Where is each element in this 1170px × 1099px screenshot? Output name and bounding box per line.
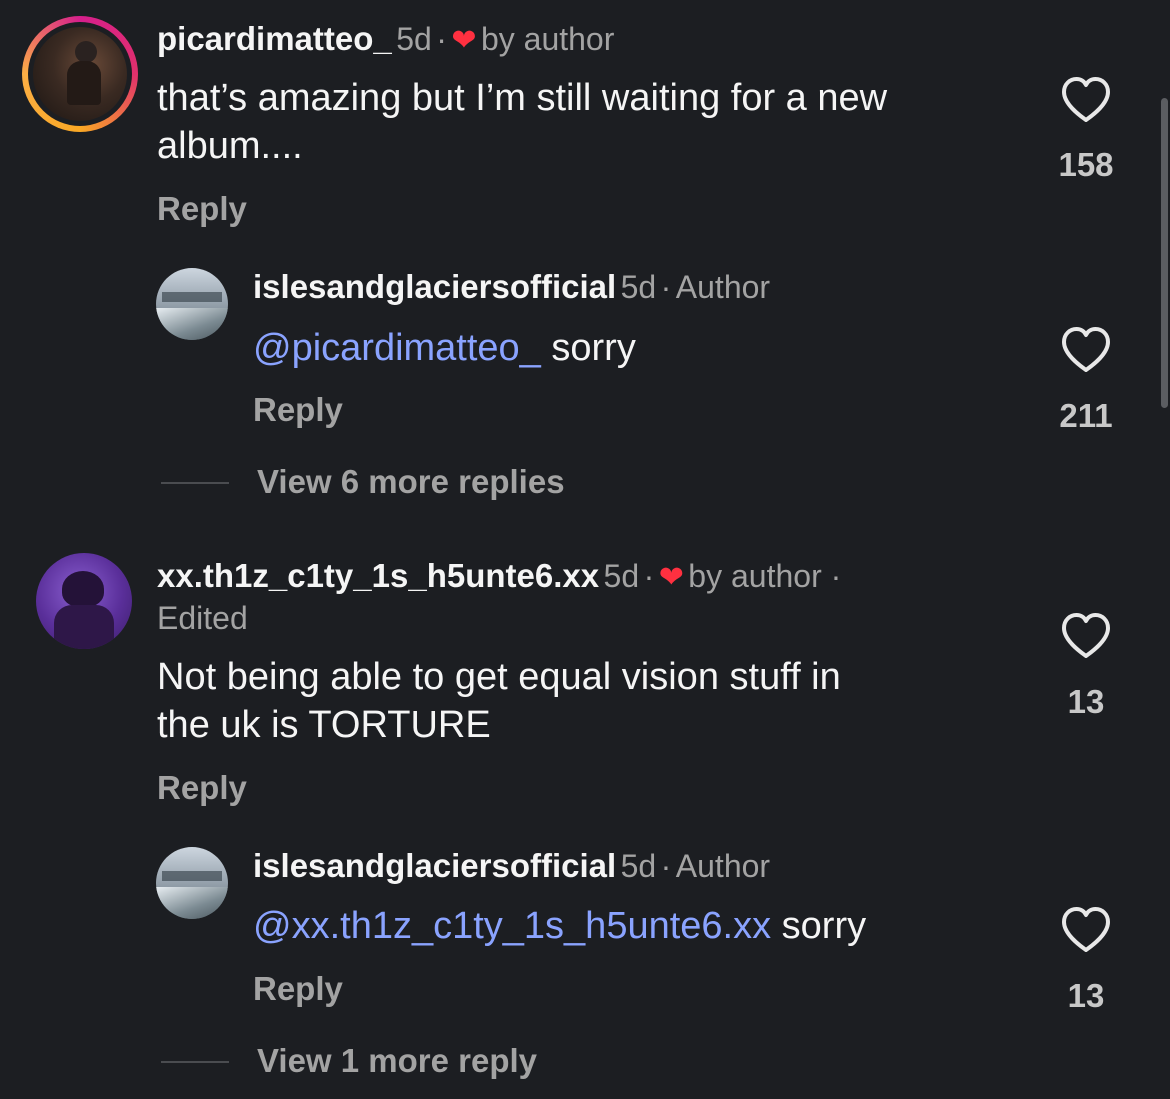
avatar[interactable] — [156, 268, 228, 340]
username[interactable]: islesandglaciersofficial — [253, 847, 616, 884]
separator-dot: · — [436, 21, 447, 57]
heart-outline-icon[interactable] — [1058, 74, 1114, 126]
comment-text: Not being able to get equal vision stuff… — [157, 653, 841, 749]
separator-dot: · — [660, 269, 672, 305]
heart-filled-icon: ❤ — [658, 561, 684, 594]
timestamp: 5d — [603, 558, 640, 594]
author-badge: Author — [675, 848, 771, 884]
comment-text: @picardimatteo_ sorry — [253, 324, 636, 372]
username[interactable]: picardimatteo_ — [157, 20, 392, 57]
comment-text-line: the uk is TORTURE — [157, 704, 491, 746]
timestamp: 5d — [396, 21, 432, 57]
comment-text: that’s amazing but I’m still waiting for… — [157, 74, 887, 170]
avatar[interactable] — [156, 847, 228, 919]
like-count: 211 — [1059, 397, 1113, 434]
heart-filled-icon: ❤ — [451, 24, 477, 57]
heart-outline-icon[interactable] — [1058, 324, 1114, 376]
liked-by-author-label: by author · — [688, 558, 842, 594]
like-count: 158 — [1058, 146, 1114, 183]
edited-label: Edited — [157, 600, 248, 636]
liked-by-author-label: by author — [480, 21, 615, 57]
avatar-story-ring[interactable] — [22, 16, 138, 132]
reply-button[interactable]: Reply — [157, 769, 247, 807]
username[interactable]: xx.th1z_c1ty_1s_h5unte6.xx — [157, 557, 599, 594]
mention-link[interactable]: @xx.th1z_c1ty_1s_h5unte6.xx — [253, 905, 771, 947]
scrollbar[interactable] — [1161, 98, 1168, 408]
comment-header: islesandglaciersofficial 5d · Author — [253, 268, 770, 306]
like-count: 13 — [1067, 977, 1105, 1014]
comment-text-line: album.... — [157, 125, 303, 167]
like-count: 13 — [1067, 683, 1105, 720]
comment-header: picardimatteo_ 5d · ❤ by author — [157, 20, 614, 58]
avatar[interactable] — [36, 553, 132, 649]
divider-line — [161, 1061, 229, 1063]
comment-header: xx.th1z_c1ty_1s_h5unte6.xx 5d · ❤ by aut… — [157, 557, 841, 595]
heart-outline-icon[interactable] — [1058, 904, 1114, 956]
username[interactable]: islesandglaciersofficial — [253, 268, 616, 305]
reply-button[interactable]: Reply — [157, 190, 247, 228]
timestamp: 5d — [620, 269, 657, 305]
mention-link[interactable]: @picardimatteo_ — [253, 327, 541, 369]
separator-dot: · — [660, 848, 672, 884]
reply-button[interactable]: Reply — [253, 391, 343, 429]
heart-outline-icon[interactable] — [1058, 610, 1114, 662]
comment-header: islesandglaciersofficial 5d · Author — [253, 847, 770, 885]
author-badge: Author — [675, 269, 771, 305]
comment-text-line: Not being able to get equal vision stuff… — [157, 656, 841, 698]
avatar — [33, 27, 127, 121]
separator-dot: · — [643, 558, 655, 594]
timestamp: 5d — [620, 848, 657, 884]
comments-panel: picardimatteo_ 5d · ❤ by author that’s a… — [0, 0, 1170, 1099]
comment-text-body: sorry — [540, 327, 636, 369]
view-more-replies-button[interactable]: View 1 more reply — [257, 1042, 537, 1080]
comment-text: @xx.th1z_c1ty_1s_h5unte6.xx sorry — [253, 902, 866, 950]
view-more-replies-button[interactable]: View 6 more replies — [257, 463, 565, 501]
comment-text-body: sorry — [771, 905, 867, 947]
reply-button[interactable]: Reply — [253, 970, 343, 1008]
comment-text-line: that’s amazing but I’m still waiting for… — [157, 77, 888, 119]
divider-line — [161, 482, 229, 484]
